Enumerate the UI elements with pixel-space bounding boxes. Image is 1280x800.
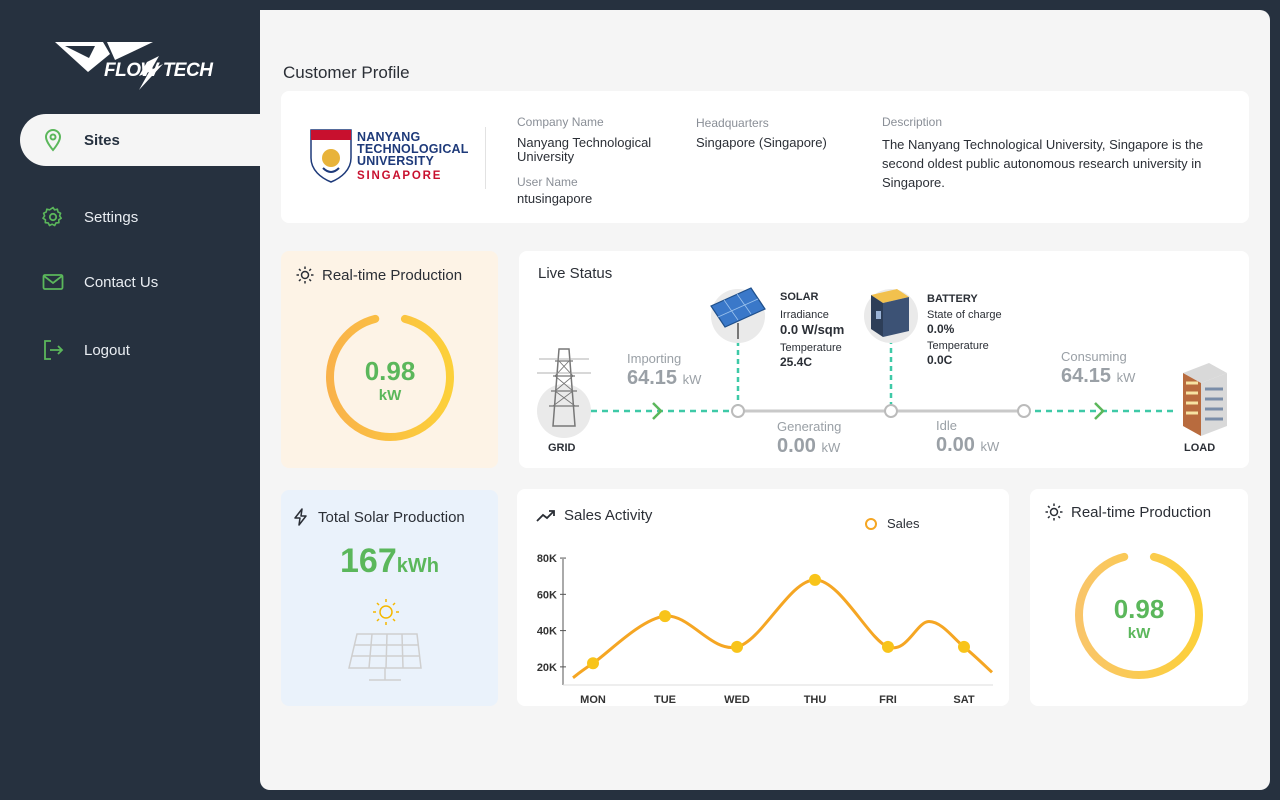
idle-label: Idle [936, 418, 957, 433]
soc-label: State of charge [927, 309, 1002, 321]
y-tick-label: 20K [537, 662, 557, 674]
battery-temp-value: 0.0C [927, 353, 953, 367]
x-tick-label: WED [724, 694, 750, 706]
main-panel: Customer Profile NANYANG TECHNOLOGICAL U… [240, 10, 1270, 790]
total-solar-unit: kWh [396, 555, 439, 577]
idle-reading: 0.00 kW [936, 434, 999, 457]
idle-value: 0.00 [936, 434, 975, 456]
gear-icon [40, 204, 66, 230]
total-solar-reading: 167kWh [281, 542, 498, 581]
importing-label: Importing [627, 351, 682, 366]
consuming-label: Consuming [1061, 349, 1127, 364]
page-title: Customer Profile [283, 63, 410, 82]
consuming-value: 64.15 [1061, 365, 1112, 387]
card-title: Real-time Production [1071, 503, 1212, 521]
sidebar-item-label: Sites [84, 131, 120, 149]
gauge-value: 0.98 [364, 356, 416, 386]
logo-text: FLOW TECH [104, 60, 213, 81]
card-title: Real-time Production [322, 266, 463, 284]
gauge-value: 0.98 [1113, 594, 1165, 624]
university-crest [310, 129, 352, 183]
map-pin-icon [40, 127, 66, 153]
generating-unit: kW [821, 440, 841, 455]
gauge-unit: kW [1127, 625, 1151, 642]
grid-label: GRID [548, 442, 576, 454]
data-point[interactable] [659, 610, 671, 623]
hq-label: Headquarters [696, 116, 769, 130]
description-value: The Nanyang Technological University, Si… [882, 137, 1204, 190]
generating-reading: 0.00 kW [777, 435, 840, 458]
sidebar-item-sites[interactable]: Sites [20, 114, 260, 166]
y-tick-label: 60K [537, 589, 557, 601]
load-label: LOAD [1184, 442, 1216, 454]
logout-icon [40, 337, 66, 363]
sales-line-chart: 20K 40K 60K 80K MON TUE WED THU FRI SAT [537, 553, 994, 706]
data-point[interactable] [809, 573, 821, 586]
series-line-sales [572, 578, 994, 679]
sidebar-item-logout[interactable]: Logout [20, 324, 260, 376]
realtime-production-card: Real-time Production 0.98 kW [281, 251, 498, 468]
x-tick-label: SAT [953, 694, 974, 706]
sidebar: FLOW TECH Sites Settings Contact Us Logo… [0, 0, 260, 800]
importing-value: 64.15 [627, 367, 678, 389]
y-tick-label: 40K [537, 626, 557, 638]
solar-title: SOLAR [780, 291, 819, 303]
solar-panel-icon [710, 287, 766, 343]
company-value: Nanyang Technological University [517, 135, 652, 164]
data-point[interactable] [958, 640, 970, 653]
divider [485, 127, 486, 189]
battery-icon [864, 289, 918, 343]
sun-icon [296, 266, 314, 284]
sidebar-item-label: Contact Us [84, 273, 159, 291]
idle-unit: kW [980, 439, 1000, 454]
sidebar-item-label: Settings [84, 208, 139, 226]
sidebar-item-settings[interactable]: Settings [20, 191, 260, 243]
hq-value: Singapore (Singapore) [696, 135, 827, 150]
importing-reading: 64.15 kW [627, 367, 701, 390]
university-logo: NANYANG TECHNOLOGICAL UNIVERSITY SINGAPO… [309, 128, 468, 186]
mail-icon [40, 269, 66, 295]
card-title: Total Solar Production [318, 508, 465, 526]
solar-temp-value: 25.4C [780, 355, 813, 369]
solar-temp-label: Temperature [780, 342, 842, 354]
building-icon [1183, 363, 1227, 436]
data-point[interactable] [731, 640, 743, 653]
user-label: User Name [517, 175, 578, 189]
irradiance-value: 0.0 W/sqm [780, 322, 845, 337]
total-solar-card: Total Solar Production 167kWh [281, 490, 498, 706]
consuming-reading: 64.15 kW [1061, 365, 1135, 388]
gauge-unit: kW [378, 387, 402, 404]
data-point[interactable] [587, 657, 599, 670]
sun-icon [1045, 503, 1063, 521]
x-tick-label: TUE [654, 694, 676, 706]
user-value: ntusingapore [517, 191, 593, 206]
total-solar-value: 167 [340, 542, 397, 580]
sales-activity-card: Sales Activity Sales 20K 40K 60K 80K MON TUE W… [517, 489, 1009, 706]
irradiance-label: Irradiance [780, 309, 829, 321]
realtime-production-card-2: Real-time Production 0.98 kW [1030, 489, 1248, 706]
company-label: Company Name [517, 115, 604, 129]
x-tick-label: THU [804, 694, 827, 706]
customer-profile-card: NANYANG TECHNOLOGICAL UNIVERSITY SINGAPO… [281, 91, 1249, 223]
sidebar-item-contact[interactable]: Contact Us [20, 256, 260, 308]
description-label: Description [882, 115, 943, 129]
battery-temp-label: Temperature [927, 340, 989, 352]
importing-unit: kW [682, 372, 702, 387]
uni-line3: UNIVERSITY [357, 154, 435, 168]
generating-value: 0.00 [777, 435, 816, 457]
grid-tower-icon [537, 348, 591, 438]
soc-value: 0.0% [927, 322, 955, 336]
x-tick-label: FRI [879, 694, 897, 706]
generating-label: Generating [777, 419, 842, 434]
sidebar-item-label: Logout [84, 341, 130, 359]
uni-sub: SINGAPORE [357, 170, 443, 182]
live-status-card: Live Status GRID LOAD Importing 64.15 kW… [519, 251, 1249, 468]
consuming-unit: kW [1116, 370, 1136, 385]
battery-title: BATTERY [927, 293, 978, 305]
x-tick-label: MON [580, 694, 606, 706]
lightning-icon [292, 508, 310, 526]
solar-panel-illustration [348, 599, 422, 681]
data-point[interactable] [882, 640, 894, 653]
y-tick-label: 80K [537, 553, 557, 565]
